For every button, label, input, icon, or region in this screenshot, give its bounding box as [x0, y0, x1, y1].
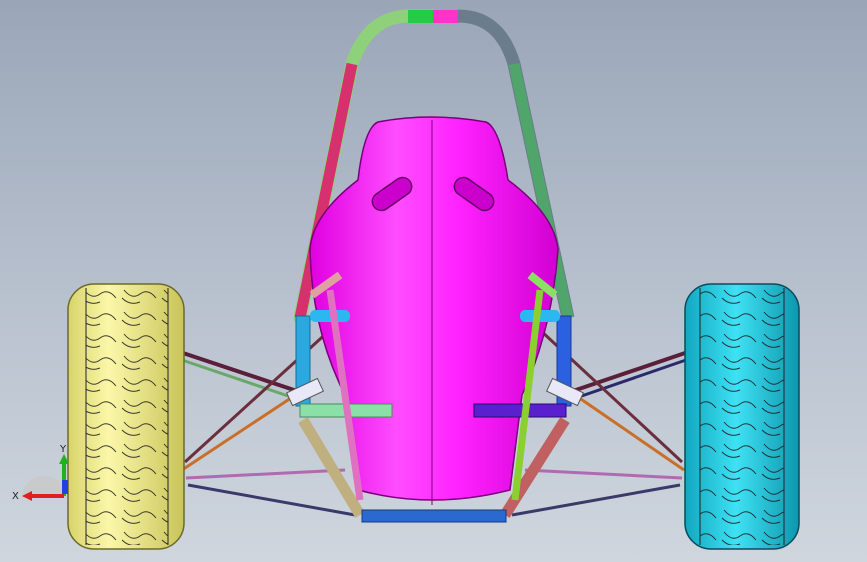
- y-axis-label: Y: [59, 444, 67, 455]
- coordinate-triad: Y X: [12, 444, 69, 502]
- 3d-viewport[interactable]: Y X: [0, 0, 867, 562]
- right-suspension[interactable]: [511, 328, 689, 517]
- left-wheel-icon[interactable]: [67, 283, 185, 550]
- right-wheel-icon[interactable]: [684, 283, 800, 550]
- frame-model[interactable]: [0, 0, 867, 562]
- x-axis-label: X: [12, 491, 19, 502]
- z-axis-arrow: [62, 480, 68, 494]
